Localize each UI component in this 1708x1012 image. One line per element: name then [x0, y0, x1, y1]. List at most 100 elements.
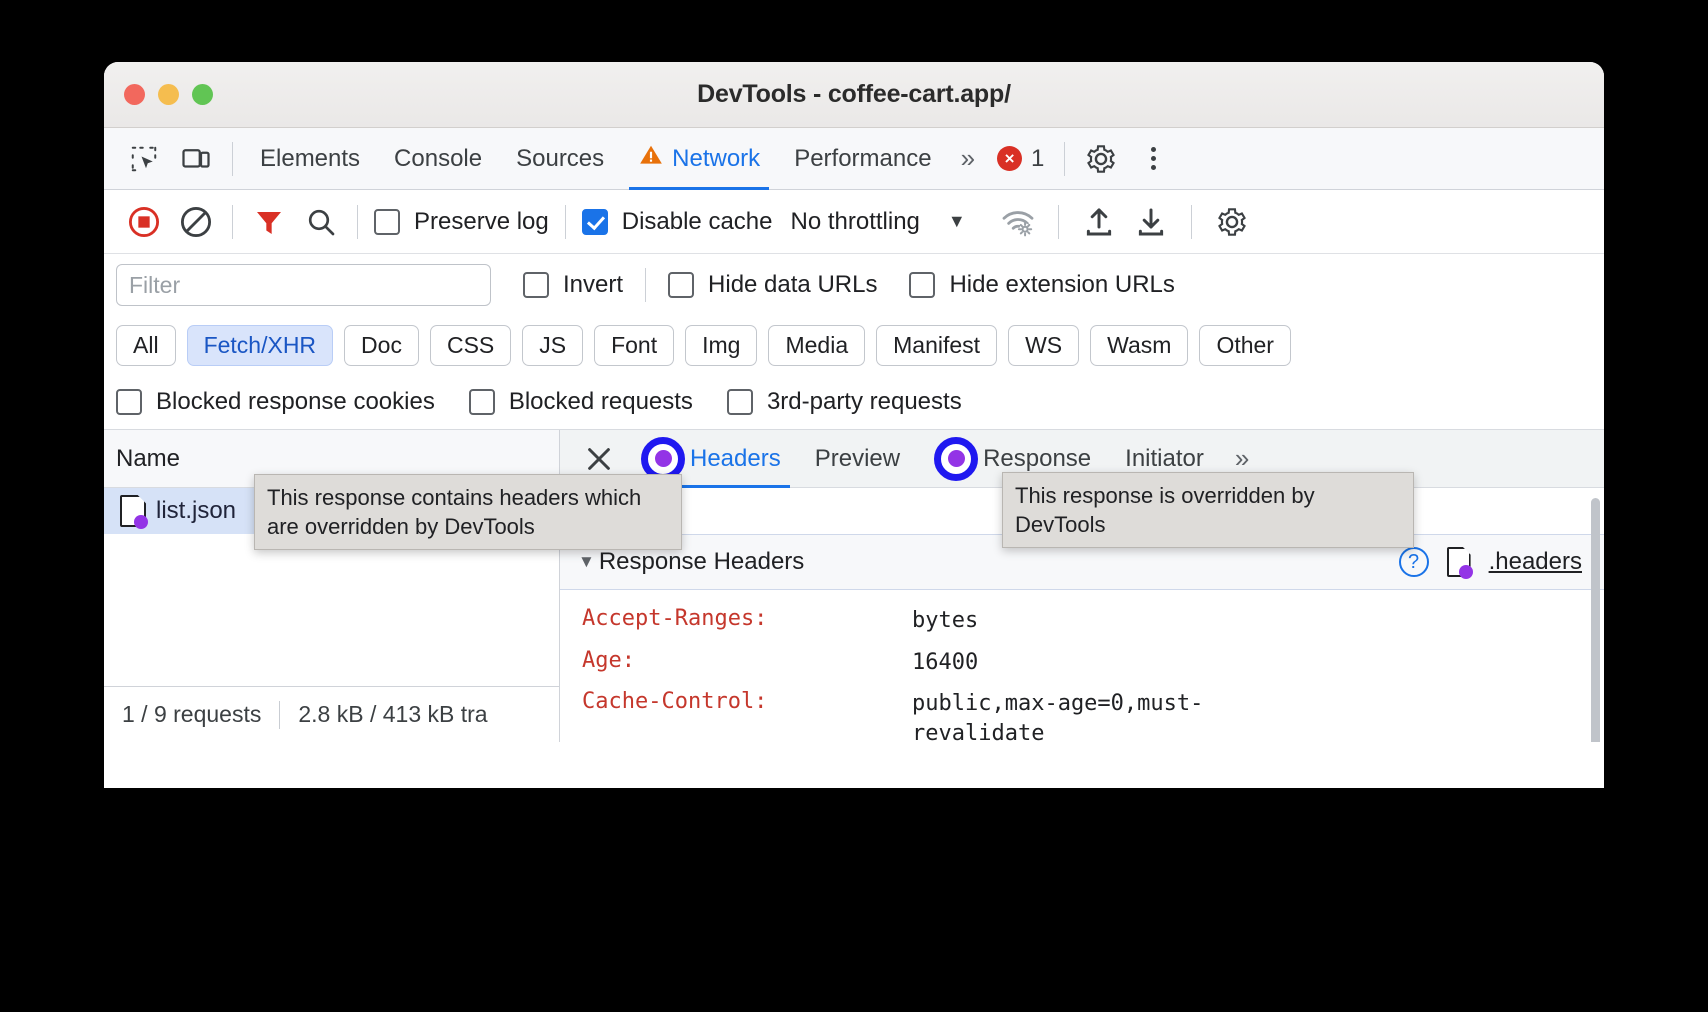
chip-fetch-xhr[interactable]: Fetch/XHR	[187, 325, 333, 366]
invert-label: Invert	[563, 271, 623, 299]
column-header-name: Name	[116, 445, 180, 473]
blocked-response-cookies-label: Blocked response cookies	[156, 388, 435, 416]
header-row: Cache-Control: public,max-age=0,must-rev…	[560, 683, 1604, 742]
disable-cache-checkbox[interactable]: Disable cache	[582, 208, 773, 236]
chip-manifest[interactable]: Manifest	[876, 325, 997, 366]
error-count-label: 1	[1031, 145, 1044, 173]
help-question-icon[interactable]: ?	[1399, 547, 1429, 577]
blocked-requests-checkbox[interactable]: Blocked requests	[469, 388, 693, 416]
chevron-down-icon[interactable]: ▼	[578, 552, 595, 572]
chip-css[interactable]: CSS	[430, 325, 511, 366]
tab-headers-label: Headers	[690, 445, 781, 473]
header-value: 16400	[912, 648, 1252, 678]
record-stop-icon[interactable]	[118, 199, 170, 245]
chip-other[interactable]: Other	[1199, 325, 1291, 366]
chip-doc[interactable]: Doc	[344, 325, 419, 366]
header-row: Age: 16400	[560, 642, 1604, 684]
tab-elements[interactable]: Elements	[243, 128, 377, 190]
blocked-response-cookies-checkbox[interactable]: Blocked response cookies	[116, 388, 435, 416]
header-name: Age:	[582, 648, 912, 678]
throttling-select[interactable]: No throttling	[790, 208, 919, 236]
chip-ws[interactable]: WS	[1008, 325, 1079, 366]
request-name: list.json	[156, 497, 236, 525]
tab-sources[interactable]: Sources	[499, 128, 621, 190]
more-detail-tabs-chevron-icon[interactable]: »	[1223, 443, 1261, 474]
tab-performance[interactable]: Performance	[777, 128, 948, 190]
preserve-log-label: Preserve log	[414, 208, 549, 236]
filter-row: Invert Hide data URLs Hide extension URL…	[104, 254, 1604, 316]
hide-data-urls-label: Hide data URLs	[708, 271, 877, 299]
blocked-filters-row: Blocked response cookies Blocked request…	[104, 374, 1604, 430]
headers-file-icon[interactable]	[1447, 547, 1471, 577]
tab-network[interactable]: Network	[621, 128, 777, 190]
tooltip-headers-overridden: This response contains headers which are…	[254, 474, 682, 550]
header-name: Accept-Ranges:	[582, 606, 912, 636]
toolbar-divider-1	[232, 205, 233, 239]
import-har-icon[interactable]	[1073, 199, 1125, 245]
status-divider	[279, 701, 280, 729]
tabbar-divider-2	[1064, 142, 1065, 176]
more-tabs-chevron-icon[interactable]: »	[949, 143, 987, 174]
toolbar-divider-4	[1058, 205, 1059, 239]
tab-console[interactable]: Console	[377, 128, 499, 190]
disable-cache-box[interactable]	[582, 209, 608, 235]
filter-input[interactable]	[116, 264, 491, 306]
filter-funnel-icon[interactable]	[243, 199, 295, 245]
hide-extension-urls-label: Hide extension URLs	[949, 271, 1174, 299]
tab-sources-label: Sources	[516, 145, 604, 173]
chip-js[interactable]: JS	[522, 325, 583, 366]
tab-console-label: Console	[394, 145, 482, 173]
preserve-log-box[interactable]	[374, 209, 400, 235]
devtools-window: DevTools - coffee-cart.app/ Elements Con…	[104, 62, 1604, 788]
header-name: Cache-Control:	[582, 689, 912, 742]
json-file-overridden-icon	[120, 495, 146, 527]
tab-preview-label: Preview	[815, 445, 900, 473]
requests-count: 1 / 9 requests	[122, 701, 261, 728]
network-settings-gear-icon[interactable]	[1206, 199, 1258, 245]
preserve-log-checkbox[interactable]: Preserve log	[374, 208, 549, 236]
third-party-requests-checkbox[interactable]: 3rd-party requests	[727, 388, 962, 416]
devtools-main-tabbar: Elements Console Sources Network Perform…	[104, 128, 1604, 190]
resource-type-chips: All Fetch/XHR Doc CSS JS Font Img Media …	[104, 316, 1604, 374]
chip-media[interactable]: Media	[768, 325, 865, 366]
detail-scrollbar[interactable]	[1591, 498, 1600, 742]
more-options-icon[interactable]	[1127, 136, 1179, 182]
hide-extension-urls-checkbox[interactable]: Hide extension URLs	[909, 271, 1174, 299]
hide-data-urls-checkbox[interactable]: Hide data URLs	[668, 271, 877, 299]
invert-box[interactable]	[523, 272, 549, 298]
chip-font[interactable]: Font	[594, 325, 674, 366]
chip-wasm[interactable]: Wasm	[1090, 325, 1188, 366]
toolbar-divider-3	[565, 205, 566, 239]
tabbar-divider	[232, 142, 233, 176]
third-party-requests-label: 3rd-party requests	[767, 388, 962, 416]
response-headers-title: Response Headers	[599, 548, 804, 576]
hide-extension-urls-box[interactable]	[909, 272, 935, 298]
search-icon[interactable]	[295, 199, 347, 245]
invert-checkbox[interactable]: Invert	[523, 271, 623, 299]
transfer-size: 2.8 kB / 413 kB tra	[298, 701, 487, 728]
inspect-element-icon[interactable]	[118, 136, 170, 182]
chevron-down-icon[interactable]: ▼	[948, 211, 966, 232]
tab-preview[interactable]: Preview	[800, 430, 915, 488]
section-actions: ? .headers	[1399, 547, 1582, 577]
third-party-requests-box[interactable]	[727, 389, 753, 415]
chip-all[interactable]: All	[116, 325, 176, 366]
blocked-requests-label: Blocked requests	[509, 388, 693, 416]
blocked-response-cookies-box[interactable]	[116, 389, 142, 415]
chip-img[interactable]: Img	[685, 325, 757, 366]
hide-data-urls-box[interactable]	[668, 272, 694, 298]
error-circle-icon: ×	[997, 146, 1022, 171]
blocked-requests-box[interactable]	[469, 389, 495, 415]
gear-icon[interactable]	[1075, 136, 1127, 182]
kebab-dots	[1151, 147, 1156, 170]
export-har-icon[interactable]	[1125, 199, 1177, 245]
clear-network-log-icon[interactable]	[170, 199, 222, 245]
headers-file-link[interactable]: .headers	[1489, 548, 1582, 576]
wifi-settings-icon[interactable]	[992, 199, 1044, 245]
device-toolbar-icon[interactable]	[170, 136, 222, 182]
toolbar-divider-2	[357, 205, 358, 239]
network-toolbar: Preserve log Disable cache No throttling…	[104, 190, 1604, 254]
warning-triangle-icon	[638, 142, 664, 175]
error-count-badge[interactable]: × 1	[987, 145, 1054, 173]
window-titlebar: DevTools - coffee-cart.app/	[104, 62, 1604, 128]
